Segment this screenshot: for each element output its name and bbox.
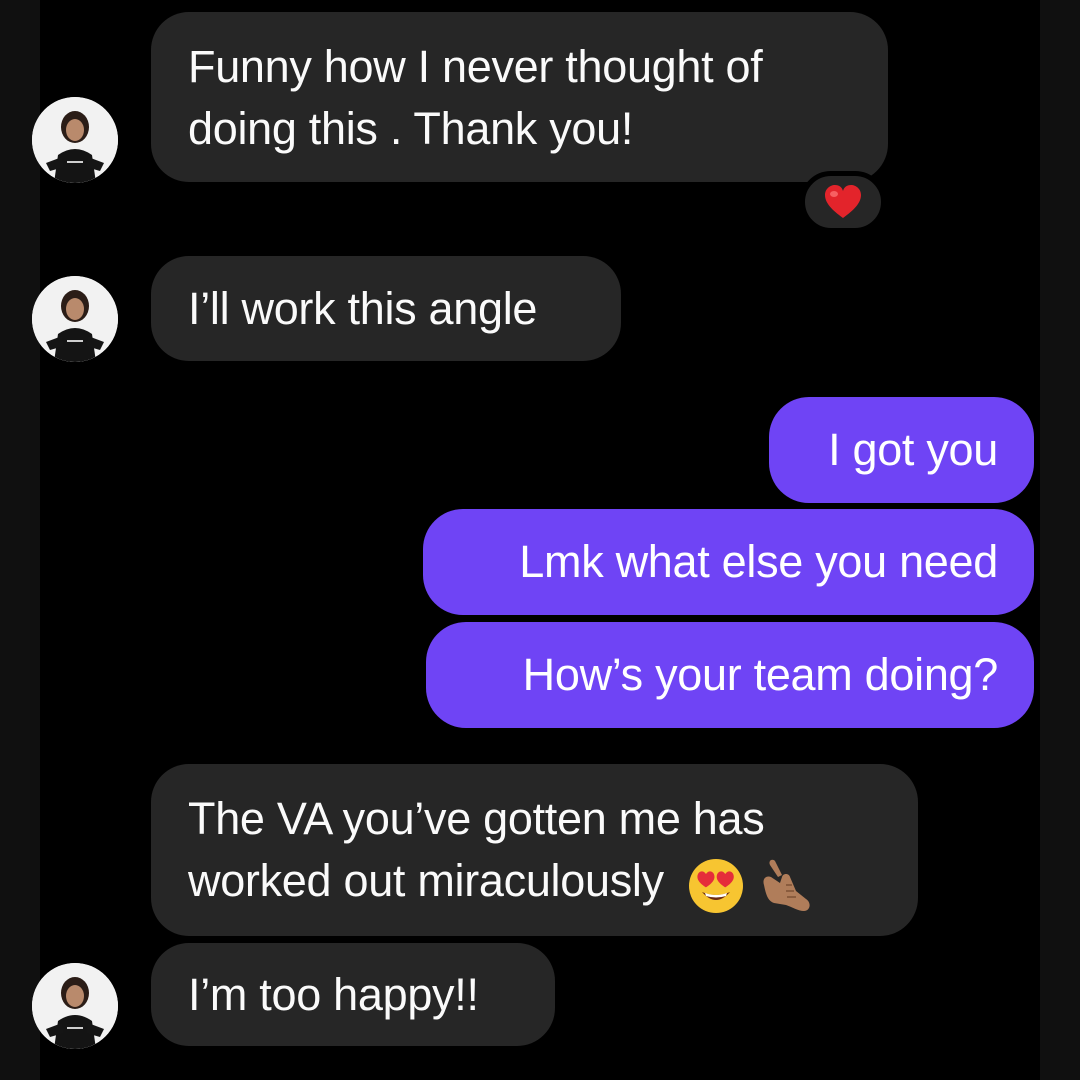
right-edge-strip [1040, 0, 1080, 1080]
outgoing-message-bubble[interactable]: How’s your team doing? [426, 622, 1034, 728]
call-me-hand-emoji-icon [763, 859, 810, 911]
incoming-message-bubble[interactable]: Funny how I never thought of doing this … [151, 12, 888, 182]
message-line-text: worked out miraculously [188, 855, 664, 906]
heart-reaction-icon[interactable] [800, 171, 886, 233]
heart-eyes-emoji-icon [689, 858, 743, 913]
contact-avatar-icon[interactable] [32, 276, 118, 362]
contact-avatar-icon[interactable] [32, 963, 118, 1049]
contact-avatar-icon[interactable] [32, 97, 118, 183]
message-line: I got you [828, 424, 998, 475]
message-line: How’s your team doing? [522, 649, 999, 700]
message-line-with-emoji: worked out miraculously [188, 850, 918, 917]
message-line: I’m too happy!! [188, 969, 479, 1020]
outgoing-message-bubble[interactable]: I got you [769, 397, 1034, 503]
incoming-message-bubble[interactable]: I’m too happy!! [151, 943, 555, 1046]
outgoing-message-bubble[interactable]: Lmk what else you need [423, 509, 1034, 615]
message-line: doing this . Thank you! [188, 103, 634, 154]
incoming-message-bubble[interactable]: I’ll work this angle [151, 256, 621, 361]
message-line: The VA you’ve gotten me has [188, 793, 765, 844]
message-line: I’ll work this angle [188, 283, 538, 334]
left-edge-strip [0, 0, 40, 1080]
emoji-group [688, 852, 818, 917]
message-line: Funny how I never thought of [188, 41, 763, 92]
chat-screen: Funny how I never thought of doing this … [0, 0, 1080, 1080]
message-line: Lmk what else you need [519, 536, 998, 587]
incoming-message-bubble[interactable]: The VA you’ve gotten me has worked out m… [151, 764, 918, 936]
